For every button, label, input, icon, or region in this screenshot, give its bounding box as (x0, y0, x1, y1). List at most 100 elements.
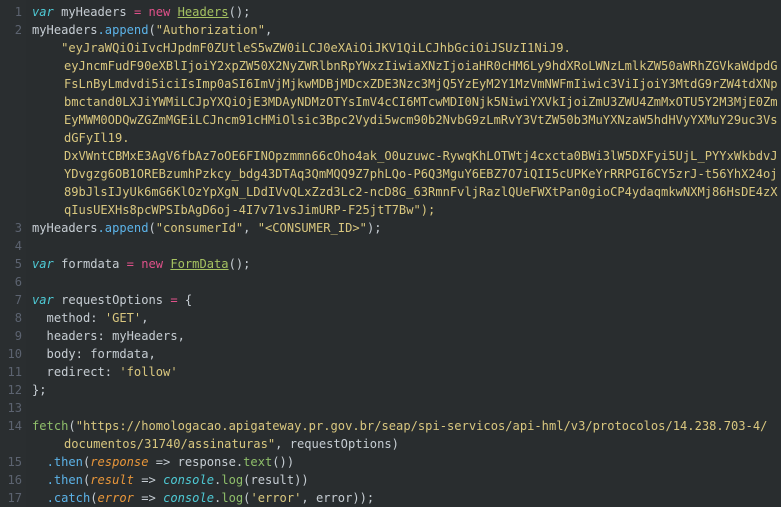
token-string-fragment: EyMWM0ODQwZGZmMGEiLCJncm91cHMiOlsic3Bpc2… (64, 113, 778, 127)
code-line-wrapped: FsLnByLmdvdi5iciIsImp0aSI6ImVjMjkwMDBjMD… (0, 75, 781, 93)
line-number: 9 (14, 329, 22, 343)
token-identifier: formdata (61, 257, 120, 271)
code-line-wrapped: DxVWntCBMxE3AgV6fbAz7oOE6FINOpzmmn66cOho… (0, 147, 781, 165)
token-identifier: requestOptions (289, 437, 392, 451)
token-punctuation: )) (294, 473, 309, 487)
token-punctuation: , (301, 491, 316, 505)
line-source: var requestOptions = { (26, 291, 192, 309)
code-line-blank: 6 (0, 273, 781, 291)
token-punctuation: ) (391, 437, 399, 451)
line-source: var myHeaders = new Headers(); (26, 3, 250, 21)
token-object: myHeaders (32, 23, 98, 37)
token-parameter: result (90, 473, 134, 487)
line-number: 6 (14, 275, 22, 289)
token-arrow: => (155, 455, 171, 469)
token-method: .append (97, 23, 149, 37)
token-key: headers: myHeaders, (32, 329, 185, 343)
token-string: 'error' (250, 491, 302, 505)
token-type: FormData (170, 257, 229, 271)
code-line: 10 body: formdata, (0, 345, 781, 363)
token-object: myHeaders (32, 221, 98, 235)
code-line: 7 var requestOptions = { (0, 291, 781, 309)
token-method: .then (46, 455, 83, 469)
token-url-string: "https://homologacao.apigateway.pr.gov.b… (75, 419, 768, 433)
line-number: 15 (7, 455, 22, 469)
token-identifier: myHeaders (61, 5, 127, 19)
line-source: var formdata = new FormData(); (26, 255, 250, 273)
line-number: 7 (14, 293, 22, 307)
code-line-wrapped: qIusUEXHs8pcWPSIbAgD6oj-4I7v71vsJimURP-F… (0, 201, 781, 219)
token-arrow: => (141, 473, 156, 487)
line-number: 12 (7, 383, 22, 397)
token-punctuation: }; (32, 383, 47, 397)
token-function: text (243, 455, 273, 469)
token-string-fragment: 89bJlsIJyUk6mG6KlOzYpXgN_LDdIVvQLxZzd3Lc… (64, 185, 778, 199)
token-method: .append (97, 221, 149, 235)
token-string-fragment: dGFyIl19. (64, 131, 130, 145)
token-operator: = (170, 293, 178, 307)
line-number: 10 (7, 347, 22, 361)
token-function: log (221, 473, 244, 487)
token-key: redirect: (32, 365, 120, 379)
token-identifier: requestOptions (61, 293, 164, 307)
token-punctuation: ( (148, 221, 156, 235)
token-keyword: var (32, 257, 54, 271)
token-punctuation: { (184, 293, 193, 307)
line-number: 11 (7, 365, 22, 379)
token-punctuation: ( (148, 23, 156, 37)
line-number: 16 (7, 473, 22, 487)
token-keyword: var (32, 5, 54, 19)
code-line-wrapped: dGFyIl19. (0, 129, 781, 147)
line-source: method: 'GET', (26, 309, 149, 327)
line-number: 1 (14, 5, 22, 19)
token-url-string-cont: documentos/31740/assinaturas" (64, 437, 276, 451)
token-console: console (163, 491, 215, 505)
code-line-wrapped: EyMWM0ODQwZGZmMGEiLCJncm91cHMiOlsic3Bpc2… (0, 111, 781, 129)
token-punctuation: ()) (272, 455, 295, 469)
code-snippet-viewer: 1 var myHeaders = new Headers(); 2 myHea… (0, 0, 781, 507)
token-arrow: => (141, 491, 156, 505)
line-number: 2 (14, 23, 22, 37)
code-line: 9 headers: myHeaders, (0, 327, 781, 345)
token-string-fragment: DxVWntCBMxE3AgV6fbAz7oOE6FINOpzmmn66cOho… (64, 149, 778, 163)
token-parameter: response (90, 455, 149, 469)
token-punctuation: ( (68, 419, 76, 433)
token-identifier: response (177, 455, 236, 469)
token-punctuation: )); (352, 491, 375, 505)
code-line-wrapped: "eyJraWQiOiIvcHJpdmF0ZUtleS5wZW0iLCJ0eXA… (0, 39, 781, 57)
token-punctuation: ); (366, 221, 382, 235)
code-line: 16 .then(result => console.log(result)) (0, 471, 781, 489)
code-line: 14 fetch("https://homologacao.apigateway… (0, 417, 781, 435)
line-source: headers: myHeaders, (26, 327, 185, 345)
token-string-fragment: FsLnByLmdvdi5iciIsImp0aSI6ImVjMjkwMDBjMD… (64, 77, 778, 91)
token-string-fragment: qIusUEXHs8pcWPSIbAgD6oj-4I7v71vsJimURP-F… (64, 203, 436, 217)
token-identifier: result (250, 473, 295, 487)
code-line-wrapped: YDvgzg6OB1OREBzumhPzkcy_bdg43DTAq3QmMQQ9… (0, 165, 781, 183)
token-key: body: formdata, (32, 347, 156, 361)
line-source: myHeaders.append("Authorization", (26, 21, 272, 39)
line-source: .catch(error => console.log('error', err… (26, 489, 375, 507)
code-content[interactable]: 1 var myHeaders = new Headers(); 2 myHea… (0, 0, 781, 507)
token-punctuation: ( (90, 491, 98, 505)
code-line: 3 myHeaders.append("consumerId", "<CONSU… (0, 219, 781, 237)
token-punctuation: (); (228, 257, 251, 271)
token-identifier: error (315, 491, 353, 505)
code-line-wrapped: 89bJlsIJyUk6mG6KlOzYpXgN_LDdIVvQLxZzd3Lc… (0, 183, 781, 201)
token-string-fragment: YDvgzg6OB1OREBzumhPzkcy_bdg43DTAq3QmMQQ9… (64, 167, 778, 181)
code-line: 11 redirect: 'follow' (0, 363, 781, 381)
code-line: 15 .then(response => response.text()) (0, 453, 781, 471)
token-operator: = (126, 257, 134, 271)
token-key: method: (32, 311, 105, 325)
token-operator: = (133, 5, 142, 19)
code-line: 17 .catch(error => console.log('error', … (0, 489, 781, 507)
code-line: 1 var myHeaders = new Headers(); (0, 3, 781, 21)
line-source: body: formdata, (26, 345, 156, 363)
token-method: .then (46, 473, 83, 487)
token-console: console (163, 473, 215, 487)
line-source: documentos/31740/assinaturas", requestOp… (26, 435, 399, 453)
token-punctuation: , (243, 221, 258, 235)
token-string: "<CONSUMER_ID>" (257, 221, 367, 235)
